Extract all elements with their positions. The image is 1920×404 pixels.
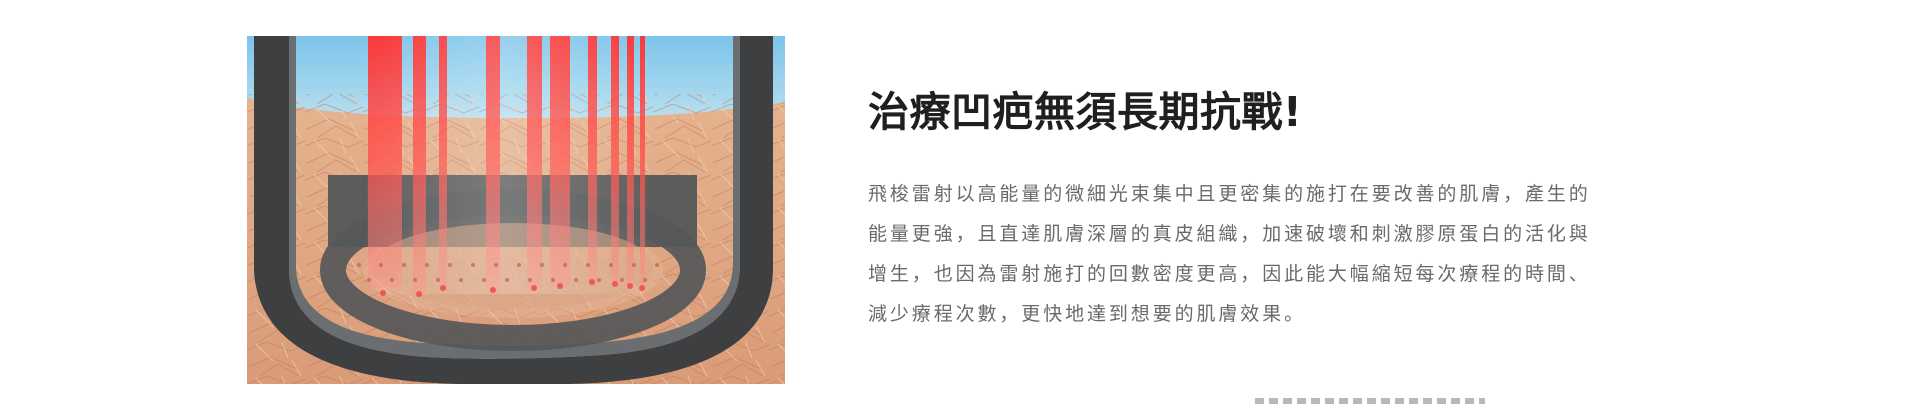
content-section: 治療凹疤無須長期抗戰! 飛梭雷射以高能量的微細光束集中且更密集的施打在要改善的肌… bbox=[0, 0, 1920, 404]
description-paragraph: 飛梭雷射以高能量的微細光束集中且更密集的施打在要改善的肌膚，產生的能量更強，且直… bbox=[868, 183, 1591, 325]
section-heading: 治療凹疤無須長期抗戰! bbox=[868, 88, 1303, 136]
treatment-description: 治療凹疤無須長期抗戰! 飛梭雷射以高能量的微細光束集中且更密集的施打在要改善的肌… bbox=[868, 84, 1628, 334]
laser-treatment-illustration bbox=[247, 36, 785, 384]
laser-treatment-image bbox=[247, 36, 785, 384]
cropped-text-shape bbox=[1255, 398, 1485, 404]
cropped-heading-fragment bbox=[1255, 398, 1485, 404]
laser-beams bbox=[367, 36, 647, 294]
